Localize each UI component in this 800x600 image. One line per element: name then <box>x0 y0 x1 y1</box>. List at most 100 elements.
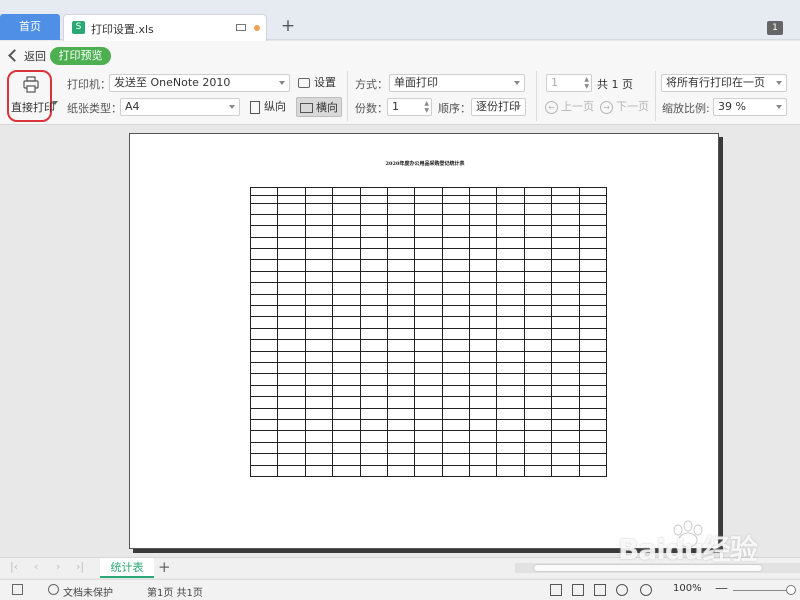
table-cell <box>386 327 416 341</box>
window-count-badge[interactable]: 1 <box>767 21 783 35</box>
table-row <box>249 236 607 250</box>
table-cell <box>359 327 388 341</box>
table-cell <box>304 396 334 409</box>
chevron-down-icon <box>776 81 782 85</box>
protection-status[interactable]: 文档未保护 <box>63 584 113 599</box>
table-cell <box>523 339 553 352</box>
table-cell <box>332 464 361 478</box>
portrait-button[interactable]: 纵向 <box>250 97 292 117</box>
table-cell <box>304 430 334 443</box>
zoom-slider[interactable] <box>733 590 790 591</box>
fit-to-page-value: 将所有行打印在一页 <box>666 76 765 89</box>
table-cell <box>277 213 306 227</box>
table-cell <box>523 187 553 196</box>
copies-stepper[interactable]: 1 ▲ ▼ <box>387 98 432 116</box>
add-sheet-button[interactable]: + <box>158 558 171 576</box>
table-cell <box>578 361 607 375</box>
table-cell <box>551 464 580 478</box>
normal-view-icon[interactable] <box>550 584 562 596</box>
table-cell <box>468 430 498 443</box>
table-cell <box>249 316 279 329</box>
table-cell <box>551 293 580 307</box>
printer-select[interactable]: 发送至 OneNote 2010 <box>109 74 290 92</box>
scale-select[interactable]: 39 % <box>713 98 787 116</box>
table-cell <box>523 293 553 307</box>
paper-type-select[interactable]: A4 <box>120 98 240 116</box>
direct-print-button[interactable]: 直接打印 <box>7 70 55 122</box>
table-cell <box>332 430 361 443</box>
table-cell <box>441 418 471 432</box>
table-cell <box>332 407 361 420</box>
printer-settings-button[interactable]: 设置 <box>298 73 342 93</box>
table-cell <box>551 373 580 386</box>
table-cell <box>578 430 607 443</box>
landscape-icon <box>300 103 313 113</box>
table-cell <box>468 259 498 272</box>
previous-page-button[interactable]: ← 上一页 <box>545 97 594 117</box>
table-cell <box>277 430 306 443</box>
table-cell <box>468 361 498 375</box>
previous-sheet-icon[interactable]: ‹ <box>34 560 38 573</box>
new-tab-button[interactable]: + <box>280 16 296 36</box>
tab-home[interactable]: 首页 <box>0 14 60 40</box>
spreadsheet-icon: S <box>72 21 85 34</box>
page-break-icon[interactable] <box>594 584 606 596</box>
table-cell <box>414 384 443 398</box>
arrow-left-icon: ← <box>545 100 558 114</box>
table-cell <box>551 270 580 284</box>
collate-order-select[interactable]: 逐份打印 <box>471 98 526 116</box>
table-cell <box>249 259 279 272</box>
table-row <box>249 339 607 352</box>
spinner-arrows-icon[interactable]: ▲ ▼ <box>424 100 429 114</box>
print-method-select[interactable]: 单面打印 <box>389 74 525 92</box>
tab-file[interactable]: S 打印设置.xls <box>63 14 267 41</box>
chevron-down-icon[interactable] <box>52 101 58 105</box>
table-cell <box>441 453 471 466</box>
table-cell <box>277 361 306 375</box>
table-cell <box>414 259 443 272</box>
next-sheet-icon[interactable]: › <box>56 560 60 573</box>
table-cell <box>386 339 416 352</box>
table-cell <box>386 441 416 455</box>
sheet-tab-active[interactable]: 统计表 <box>100 558 154 578</box>
eye-protection-icon[interactable] <box>640 584 652 596</box>
table-cell <box>468 316 498 329</box>
first-sheet-icon[interactable]: |‹ <box>10 560 18 573</box>
landscape-button[interactable]: 横向 <box>296 97 342 117</box>
table-cell <box>332 213 361 227</box>
back-button[interactable]: 返回 <box>8 49 46 64</box>
table-cell <box>441 441 471 455</box>
table-cell <box>386 373 416 386</box>
table-cell <box>414 316 443 329</box>
table-cell <box>468 418 498 432</box>
table-cell <box>386 187 416 196</box>
document-icon[interactable] <box>12 584 23 595</box>
table-cell <box>277 202 306 215</box>
zoom-level[interactable]: 100% <box>673 583 702 594</box>
table-cell <box>496 202 525 215</box>
next-page-button[interactable]: → 下一页 <box>600 97 650 117</box>
table-cell <box>332 327 361 341</box>
tab-bar: 首页 S 打印设置.xls + 1 <box>0 0 800 41</box>
table-cell <box>332 194 361 204</box>
printer-label: 打印机： <box>67 78 111 91</box>
fit-to-page-select[interactable]: 将所有行打印在一页 <box>661 74 787 92</box>
table-cell <box>523 282 553 295</box>
page-layout-icon[interactable] <box>572 584 584 596</box>
table-cell <box>441 361 471 375</box>
zoom-slider-thumb[interactable] <box>786 585 796 595</box>
table-cell <box>496 213 525 227</box>
spinner-arrows-icon[interactable]: ▲ ▼ <box>584 76 589 90</box>
table-cell <box>277 316 306 329</box>
page-number-input[interactable]: 1 ▲ ▼ <box>546 74 592 92</box>
table-cell <box>496 270 525 284</box>
last-sheet-icon[interactable]: ›| <box>76 560 84 573</box>
monitor-icon[interactable] <box>236 24 246 31</box>
table-cell <box>496 350 525 364</box>
zoom-out-button[interactable]: — <box>715 581 728 596</box>
table-row <box>249 327 607 341</box>
table-cell <box>468 453 498 466</box>
table-cell <box>359 248 388 261</box>
table-cell <box>468 327 498 341</box>
reading-mode-icon[interactable] <box>616 584 628 596</box>
